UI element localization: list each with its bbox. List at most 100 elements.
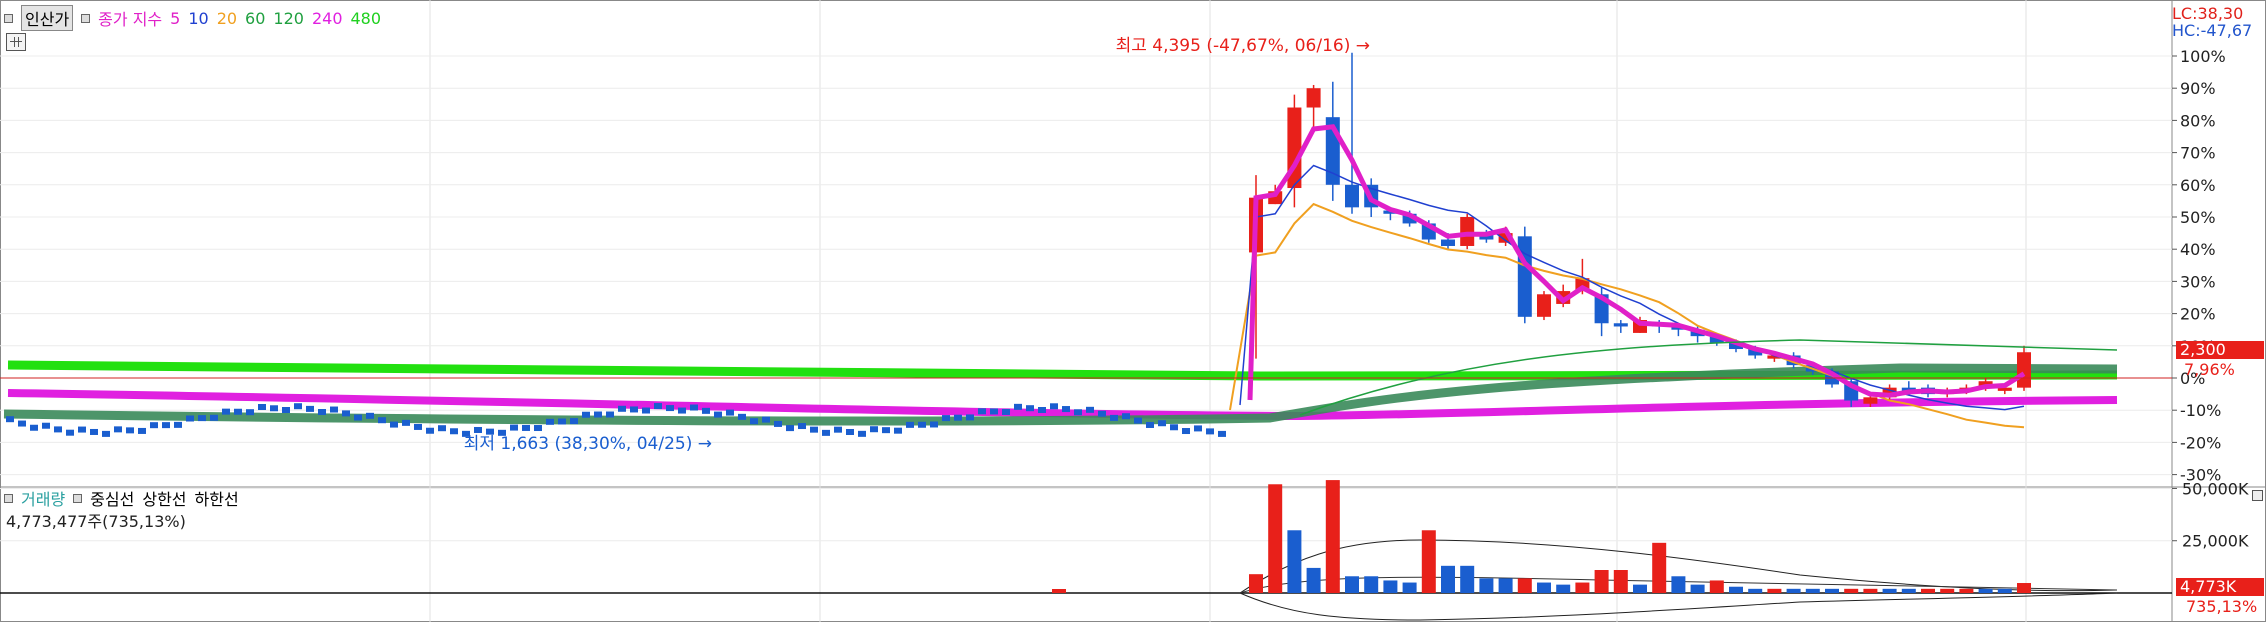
y-tick-label: 70% bbox=[2180, 144, 2216, 163]
candle-body bbox=[1306, 88, 1321, 108]
candle bbox=[78, 426, 86, 433]
candle bbox=[582, 411, 590, 418]
volume-bar bbox=[1383, 580, 1398, 593]
candle bbox=[678, 407, 686, 414]
volume-bar bbox=[1959, 588, 1974, 593]
candle bbox=[834, 426, 842, 433]
candle bbox=[1206, 428, 1214, 435]
candle bbox=[642, 407, 650, 414]
candle-body bbox=[1613, 323, 1628, 327]
candle bbox=[354, 414, 362, 421]
price-toggle-button[interactable]: 인산가 bbox=[21, 5, 74, 31]
candle bbox=[810, 426, 818, 433]
price-legend: 인산가 종가 지수 5 10 20 60 120 240 480 bbox=[4, 5, 381, 31]
candle bbox=[198, 415, 206, 422]
candle bbox=[150, 422, 158, 429]
collapse-icon[interactable] bbox=[2252, 490, 2263, 501]
candle bbox=[594, 411, 602, 418]
candle bbox=[18, 420, 26, 427]
volume-item-center[interactable]: 중심선 bbox=[90, 486, 134, 510]
candle bbox=[282, 407, 290, 414]
volume-bar bbox=[1268, 484, 1283, 593]
candle bbox=[654, 403, 662, 410]
candle bbox=[1158, 420, 1166, 427]
volume-bar bbox=[1479, 578, 1494, 593]
ma-period-240[interactable]: 240 bbox=[312, 9, 343, 28]
candle bbox=[270, 405, 278, 412]
legend-toggle-icon[interactable] bbox=[81, 13, 91, 23]
volume-bar bbox=[1594, 570, 1609, 593]
stock-chart[interactable]: 100%90%80%70%60%50%40%30%20%10%0%-10%-20… bbox=[0, 0, 2266, 622]
volume-readout: 4,773,477주(735,13%) bbox=[6, 512, 186, 531]
candle bbox=[870, 426, 878, 433]
candle bbox=[618, 405, 626, 412]
candle bbox=[858, 430, 866, 437]
volume-bar bbox=[1249, 574, 1263, 593]
candle bbox=[510, 424, 518, 431]
y-tick-label: 50% bbox=[2180, 208, 2216, 227]
candle bbox=[450, 428, 458, 435]
candle bbox=[30, 424, 38, 431]
volume-bar bbox=[1729, 586, 1743, 593]
volume-item-upper[interactable]: 상한선 bbox=[142, 486, 186, 510]
volume-item-lower[interactable]: 하한선 bbox=[195, 486, 239, 510]
candle bbox=[558, 418, 566, 425]
candle bbox=[714, 411, 722, 418]
ma-period-10[interactable]: 10 bbox=[188, 9, 208, 28]
volume-lower-band bbox=[1239, 592, 2118, 621]
candle bbox=[1110, 414, 1118, 421]
volume-bar bbox=[1052, 589, 1066, 593]
volume-bar bbox=[1901, 588, 1916, 593]
volume-bar bbox=[1633, 584, 1647, 593]
candle bbox=[534, 425, 542, 432]
legend-toggle-icon[interactable] bbox=[73, 493, 83, 503]
y-tick-label: -10% bbox=[2180, 401, 2221, 420]
legend-toggle-icon[interactable] bbox=[4, 493, 13, 503]
current-pct-label: 7,96% bbox=[2184, 360, 2235, 379]
candle bbox=[402, 419, 410, 426]
candle bbox=[546, 418, 554, 425]
candle bbox=[1182, 428, 1190, 435]
y-tick-label: 60% bbox=[2180, 176, 2216, 195]
vol-tick-label: 25,000K bbox=[2182, 532, 2249, 551]
volume-bar bbox=[1844, 588, 1859, 593]
volume-bar bbox=[1671, 576, 1686, 593]
volume-bar bbox=[1882, 588, 1897, 593]
volume-bar bbox=[1978, 588, 1993, 593]
candle bbox=[222, 408, 230, 415]
volume-bar bbox=[1786, 588, 1801, 593]
candle bbox=[750, 418, 758, 425]
candle bbox=[942, 415, 950, 422]
y-tick-label: 90% bbox=[2180, 79, 2216, 98]
candle bbox=[1194, 425, 1202, 432]
ma-period-20[interactable]: 20 bbox=[217, 9, 237, 28]
ma-period-120[interactable]: 120 bbox=[273, 9, 304, 28]
ma-period-480[interactable]: 480 bbox=[351, 9, 382, 28]
candle bbox=[90, 428, 98, 435]
ma-period-60[interactable]: 60 bbox=[245, 9, 265, 28]
volume-bar bbox=[1863, 588, 1878, 593]
candle bbox=[630, 406, 638, 413]
candle bbox=[234, 408, 242, 415]
candle-body bbox=[1460, 217, 1475, 246]
volume-bar bbox=[1364, 576, 1379, 593]
volume-bar bbox=[1441, 565, 1455, 593]
candle bbox=[522, 424, 530, 431]
candle bbox=[882, 427, 890, 434]
candle bbox=[6, 416, 14, 423]
candle bbox=[390, 421, 398, 428]
ma-period-5[interactable]: 5 bbox=[170, 9, 180, 28]
candle bbox=[138, 427, 146, 434]
legend-toggle-icon[interactable] bbox=[4, 13, 13, 23]
grid-icon[interactable] bbox=[6, 33, 26, 51]
candle bbox=[1026, 405, 1034, 412]
candle bbox=[114, 426, 122, 433]
candle bbox=[42, 422, 50, 429]
volume-bar bbox=[1997, 588, 2012, 593]
candle bbox=[894, 427, 902, 434]
candle bbox=[1146, 421, 1154, 428]
volume-label[interactable]: 거래량 bbox=[21, 486, 65, 510]
candle-body bbox=[1441, 239, 1455, 246]
candle bbox=[918, 421, 926, 428]
candle bbox=[258, 404, 266, 411]
